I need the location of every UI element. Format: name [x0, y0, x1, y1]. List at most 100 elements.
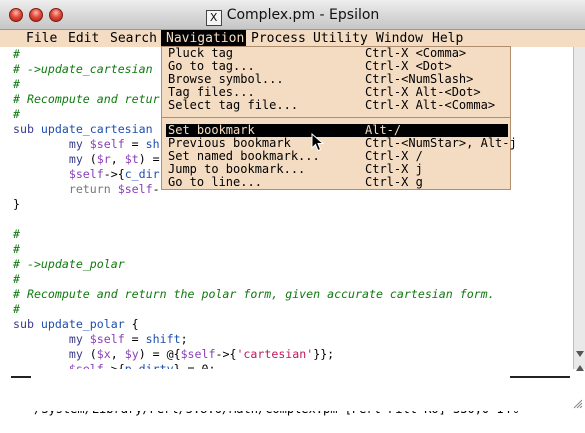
code-token: ->{	[103, 362, 125, 369]
x11-icon: X	[205, 10, 222, 26]
vertical-scrollbar[interactable]	[573, 47, 585, 371]
code-token: ,	[110, 152, 125, 166]
scroll-down-arrow-icon[interactable]	[576, 351, 584, 357]
code-token: #	[13, 272, 20, 286]
menu-file[interactable]: File	[26, 30, 57, 47]
menu-process[interactable]: Process	[251, 30, 306, 47]
code-line: my ($x, $y) = @{$self->{'cartesian'}};	[13, 347, 334, 362]
code-token: # ->update_cartesian	[13, 62, 153, 76]
code-token: =	[124, 137, 146, 151]
code-line: #	[13, 107, 20, 122]
code-token: #	[13, 302, 20, 316]
code-token: ->{	[103, 167, 125, 181]
code-token: ->{	[215, 347, 237, 361]
code-token: my	[68, 152, 90, 166]
title-bar: X Complex.pm - Epsilon	[0, 0, 585, 30]
menu-item-go-to-line[interactable]: Go to line... Ctrl-X g	[166, 176, 508, 189]
code-line: # ->update_polar	[13, 257, 125, 272]
code-token: my	[68, 137, 90, 151]
code-line: #	[13, 47, 20, 62]
window-title: X Complex.pm - Epsilon	[0, 0, 585, 30]
code-token: #	[13, 47, 20, 61]
code-line: sub update_cartesian	[13, 122, 153, 137]
menu-item-select-tag-file[interactable]: Select tag file... Ctrl-X Alt-<Comma>	[166, 99, 508, 112]
code-token: p_dirty	[124, 362, 174, 369]
code-line: # Recompute and return the polar form, g…	[13, 287, 495, 302]
code-line: my ($r, $t) =	[13, 152, 160, 167]
code-token: ) =	[138, 152, 160, 166]
code-line: #	[13, 302, 20, 317]
code-line: my $self = sh	[13, 137, 160, 152]
code-token: sub	[13, 317, 41, 331]
code-token: $self	[68, 362, 104, 369]
code-token: my	[68, 347, 90, 361]
resize-grip-icon[interactable]	[571, 397, 583, 409]
code-token: $x	[96, 347, 111, 361]
code-token: update_cartesian	[40, 122, 153, 136]
code-line: return $self-	[13, 182, 160, 197]
code-token: $self	[89, 332, 125, 346]
navigation-dropdown: Pluck tag Ctrl-X <Comma> Go to tag... Ctrl…	[161, 46, 517, 190]
code-token: ) = @{	[138, 347, 181, 361]
code-line: #	[13, 227, 20, 242]
code-token: c_dir	[124, 167, 160, 181]
menu-edit[interactable]: Edit	[68, 30, 99, 47]
code-token: $r	[96, 152, 111, 166]
code-token: # Recompute and retur	[13, 92, 160, 106]
menu-navigation[interactable]: Navigation	[161, 30, 247, 47]
code-token: #	[13, 107, 20, 121]
code-token: return	[68, 182, 118, 196]
menu-window[interactable]: Window	[376, 30, 423, 47]
code-token: my	[68, 332, 90, 346]
menu-utility[interactable]: Utility	[313, 30, 368, 47]
code-token: shift	[145, 332, 181, 346]
code-token: $self	[89, 137, 125, 151]
mode-line-rule	[11, 376, 31, 378]
menu-search[interactable]: Search	[110, 30, 157, 47]
code-token: sh	[145, 137, 160, 151]
code-token: $y	[124, 347, 139, 361]
code-line: # ->update_cartesian	[13, 62, 153, 77]
menu-bar: File Edit Search Navigation Process Util…	[0, 30, 585, 47]
mode-line: /System/Library/Perl/5.8.6/Math/Complex.…	[0, 369, 573, 416]
code-line: # Recompute and retur	[13, 92, 160, 107]
code-token: }};	[313, 347, 335, 361]
code-token: ;	[180, 332, 188, 346]
code-token: (	[89, 347, 97, 361]
code-token: $self	[117, 182, 153, 196]
code-token: }	[13, 197, 20, 211]
code-token: # Recompute and return the polar form, g…	[13, 287, 495, 301]
code-token: #	[13, 242, 20, 256]
menu-separator	[162, 117, 510, 118]
code-token: -	[152, 182, 160, 196]
code-token: $self	[68, 167, 104, 181]
code-line: }	[13, 197, 20, 212]
code-token: #	[13, 227, 20, 241]
code-token: {	[124, 317, 139, 331]
mouse-pointer-icon	[311, 133, 325, 152]
code-token: update_polar	[40, 317, 125, 331]
code-line: $self->{p_dirty} = 0;	[13, 362, 216, 369]
menu-help[interactable]: Help	[432, 30, 463, 47]
code-token: # ->update_polar	[13, 257, 125, 271]
code-token: } = 0;	[173, 362, 216, 369]
code-line: #	[13, 242, 20, 257]
code-line: #	[13, 272, 20, 287]
code-line: #	[13, 77, 20, 92]
code-token: $t	[124, 152, 139, 166]
code-token: #	[13, 77, 20, 91]
code-line: sub update_polar {	[13, 317, 139, 332]
code-token: $self	[180, 347, 216, 361]
echo-area[interactable]	[0, 386, 585, 411]
scroll-up-arrow-icon[interactable]	[576, 365, 584, 371]
code-token: 'cartesian'	[236, 347, 314, 361]
mode-line-rule	[510, 376, 570, 378]
code-token: =	[124, 332, 146, 346]
